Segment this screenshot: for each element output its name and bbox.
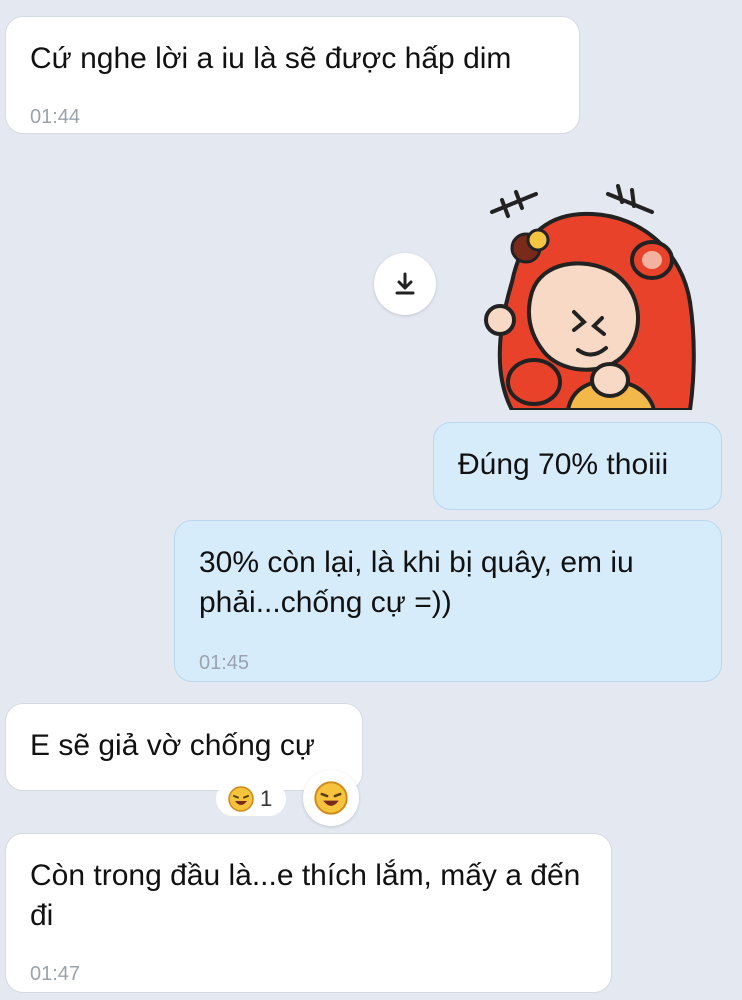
- reaction-summary[interactable]: 1: [216, 782, 286, 816]
- message-bubble-outgoing[interactable]: 30% còn lại, là khi bị quây, em iu phải.…: [174, 520, 722, 682]
- message-time: 01:44: [30, 106, 81, 128]
- message-bubble-incoming[interactable]: E sẽ giả vờ chống cự: [5, 703, 363, 791]
- reaction-count: 1: [260, 786, 273, 811]
- download-icon: [395, 272, 415, 295]
- message-text: E sẽ giả vờ chống cự: [30, 729, 315, 762]
- add-reaction-button[interactable]: [303, 770, 359, 826]
- laughing-emoji-icon: [228, 786, 254, 812]
- laughing-emoji-icon: [314, 781, 348, 815]
- message-time: 01:45: [199, 652, 250, 674]
- message-text: Còn trong đầu là...e thích lắm, mấy a đế…: [30, 859, 581, 932]
- monkey-costume-sticker[interactable]: [482, 172, 702, 410]
- message-text: 30% còn lại, là khi bị quây, em iu phải.…: [199, 546, 634, 619]
- download-button[interactable]: [374, 253, 436, 315]
- message-text: Đúng 70% thoiii: [458, 448, 669, 481]
- message-bubble-incoming[interactable]: Còn trong đầu là...e thích lắm, mấy a đế…: [5, 833, 612, 993]
- message-text: Cứ nghe lời a iu là sẽ được hấp dim: [30, 42, 512, 75]
- message-bubble-incoming[interactable]: Cứ nghe lời a iu là sẽ được hấp dim 01:4…: [5, 16, 580, 134]
- message-bubble-outgoing[interactable]: Đúng 70% thoiii: [433, 422, 722, 510]
- message-time: 01:47: [30, 963, 81, 985]
